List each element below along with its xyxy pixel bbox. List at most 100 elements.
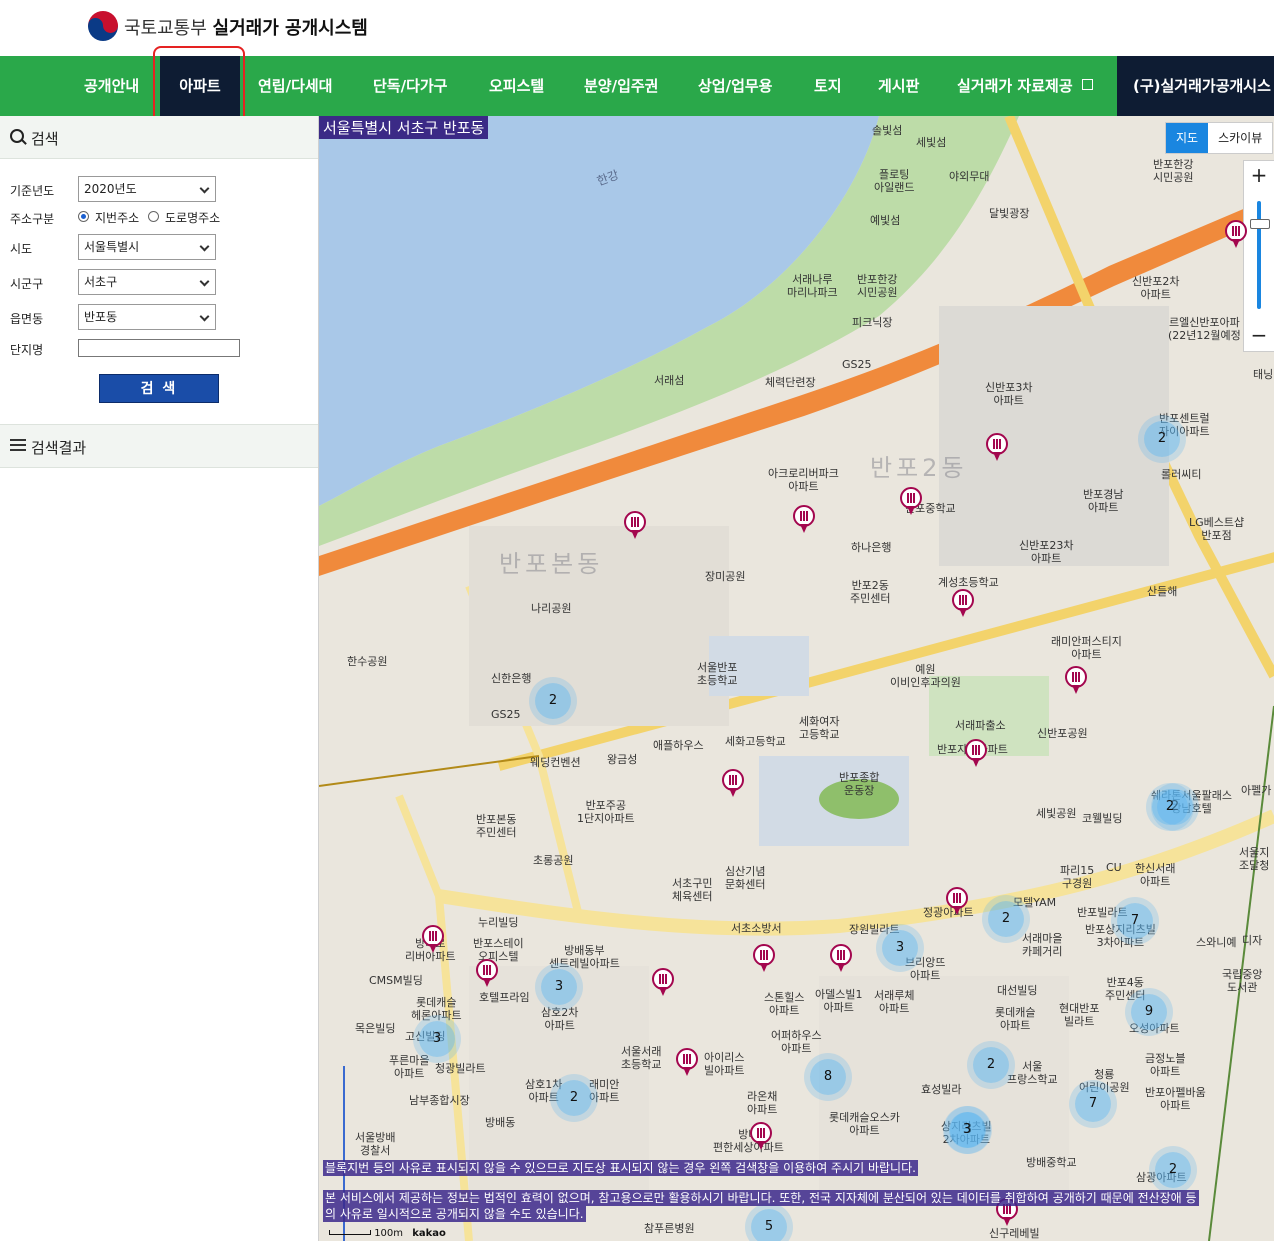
- map-label: 누리빌딩: [478, 916, 519, 929]
- zoom-slider-track[interactable]: [1257, 201, 1261, 309]
- zoom-out-button[interactable]: −: [1244, 321, 1274, 349]
- map-label: 스와니예: [1196, 936, 1237, 949]
- map-label: 달빛광장: [989, 207, 1030, 220]
- pin-tip: [483, 978, 491, 987]
- cluster-marker[interactable]: 7: [1117, 903, 1153, 939]
- cluster-marker[interactable]: 3: [419, 1021, 455, 1057]
- apartment-pin[interactable]: [422, 925, 444, 955]
- nav-officetel[interactable]: 오피스텔: [489, 56, 544, 116]
- cluster-marker[interactable]: 2: [1144, 421, 1180, 457]
- nav-old-system[interactable]: (구)실거래가공개시스: [1117, 56, 1274, 116]
- map-label: LG베스트샵 반포점: [1189, 516, 1245, 542]
- map-notice-disclaimer: 본 서비스에서 제공하는 정보는 법적인 효력이 없으며, 참고용으로만 활용하…: [323, 1190, 1199, 1206]
- cluster-marker[interactable]: 2: [535, 683, 571, 719]
- zoom-in-button[interactable]: +: [1244, 161, 1274, 189]
- apartment-pin[interactable]: [1065, 666, 1087, 696]
- search-button[interactable]: 검 색: [99, 374, 219, 403]
- map-label: 한수공원: [347, 655, 388, 668]
- cluster-marker[interactable]: 3: [882, 930, 918, 966]
- apartment-pin[interactable]: [722, 769, 744, 799]
- map-label: GS25: [491, 708, 521, 721]
- nav-detached[interactable]: 단독/다가구: [373, 56, 447, 116]
- nav-land[interactable]: 토지: [814, 56, 842, 116]
- cluster-marker[interactable]: 2: [556, 1080, 592, 1116]
- pin-tip: [1072, 685, 1080, 694]
- search-icon: [10, 129, 24, 143]
- map-label: 푸른마을 아파트: [389, 1054, 430, 1080]
- eupmyeondong-label: 읍면동: [10, 312, 44, 326]
- map-label: 방배중학교: [1026, 1156, 1077, 1169]
- apartment-pin[interactable]: [624, 511, 646, 541]
- apartment-pin[interactable]: [986, 433, 1008, 463]
- map-tab-skyview[interactable]: 스카이뷰: [1208, 123, 1272, 153]
- map-label: 태닝: [1253, 368, 1274, 381]
- map-label: 장미공원: [705, 570, 746, 583]
- map-label: 신구레베빌: [989, 1227, 1040, 1240]
- year-select[interactable]: 2020년도: [78, 176, 216, 202]
- apartment-pin[interactable]: [830, 944, 852, 974]
- map-label: 신반포23차 아파트: [1019, 539, 1074, 565]
- apartment-pin[interactable]: [676, 1048, 698, 1078]
- eupmyeondong-select[interactable]: 반포동: [78, 304, 216, 330]
- map-label: 신반포2차 아파트: [1132, 275, 1180, 301]
- map-label: 르엘신반포아파 (22년12월예정: [1168, 316, 1241, 342]
- site-title[interactable]: 국토교통부 실거래가 공개시스템: [124, 14, 368, 40]
- sigungu-select[interactable]: 서초구: [78, 269, 216, 295]
- nav-data-provision[interactable]: 실거래가 자료제공: [957, 56, 1093, 116]
- nav-public-info[interactable]: 공개안내: [84, 56, 139, 116]
- government-emblem-icon[interactable]: [88, 11, 118, 41]
- map-label: 피크닉장: [852, 316, 893, 329]
- apartment-pin[interactable]: [900, 487, 922, 517]
- nav-commercial[interactable]: 상업/업무용: [698, 56, 772, 116]
- map-label: 서래루체 아파트: [874, 989, 915, 1015]
- cluster-marker[interactable]: 2: [988, 901, 1024, 937]
- apartment-pin[interactable]: [750, 1122, 772, 1152]
- apartment-pin[interactable]: [946, 887, 968, 917]
- cluster-marker[interactable]: 9: [1131, 994, 1167, 1030]
- map-label: 반포한강 시민공원: [1153, 158, 1194, 184]
- map-label: 삼호2차 아파트: [541, 1006, 579, 1032]
- external-link-icon: [1081, 79, 1093, 90]
- sido-select[interactable]: 서울특별시: [78, 234, 216, 260]
- map-label: 반포본동: [499, 550, 604, 578]
- apartment-pin[interactable]: [965, 739, 987, 769]
- map-label: 현대반포 빌라트: [1059, 1002, 1100, 1028]
- pin-tip: [659, 987, 667, 996]
- map-label: 예원 이비인후과의원: [890, 663, 961, 689]
- map-label: 아이리스 빌아파트: [704, 1051, 745, 1077]
- road-address-radio[interactable]: [148, 211, 159, 222]
- map-label: 참푸른병원: [644, 1222, 695, 1235]
- cluster-marker[interactable]: 5: [751, 1209, 787, 1241]
- nav-board[interactable]: 게시판: [878, 56, 919, 116]
- cluster-marker[interactable]: 3: [949, 1112, 985, 1148]
- map-label: 서울서래 초등학교: [621, 1045, 662, 1071]
- map-tab-map[interactable]: 지도: [1166, 123, 1209, 153]
- cluster-marker[interactable]: 2: [973, 1047, 1009, 1083]
- lot-address-radio[interactable]: [78, 211, 89, 222]
- cluster-marker[interactable]: 2: [1155, 1152, 1191, 1188]
- map-label: 롯데캐슬 헤론아파트: [411, 996, 462, 1022]
- map-label: 서래섬: [654, 374, 685, 387]
- cluster-marker[interactable]: 8: [810, 1059, 846, 1095]
- pin-tip: [429, 944, 437, 953]
- map-view[interactable]: 서울특별시 서초구 반포동 지도 스카이뷰 + − 한강 솔빛섬 세빛섬 플로팅…: [319, 116, 1274, 1241]
- zoom-slider-handle[interactable]: [1250, 219, 1270, 229]
- map-label: CMSM빌딩: [369, 974, 423, 987]
- cluster-marker[interactable]: 3: [541, 969, 577, 1005]
- apartment-pin[interactable]: [952, 589, 974, 619]
- map-label: 국립중앙 도서관: [1222, 968, 1263, 994]
- cluster-marker[interactable]: 7: [1075, 1086, 1111, 1122]
- nav-apartment[interactable]: 아파트: [160, 56, 240, 116]
- apartment-pin[interactable]: [753, 944, 775, 974]
- apartment-pin[interactable]: [652, 968, 674, 998]
- apartment-pin[interactable]: [1225, 220, 1247, 250]
- apartment-pin[interactable]: [476, 959, 498, 989]
- pin-tip: [729, 788, 737, 797]
- cluster-marker[interactable]: 2: [1152, 789, 1188, 825]
- nav-townhouse[interactable]: 연립/다세대: [258, 56, 332, 116]
- map-label: 라온채 아파트: [747, 1090, 778, 1116]
- nav-presale[interactable]: 분양/입주권: [584, 56, 658, 116]
- map-label: 체력단련장: [765, 376, 816, 389]
- apartment-pin[interactable]: [793, 505, 815, 535]
- complex-name-input[interactable]: [78, 339, 240, 357]
